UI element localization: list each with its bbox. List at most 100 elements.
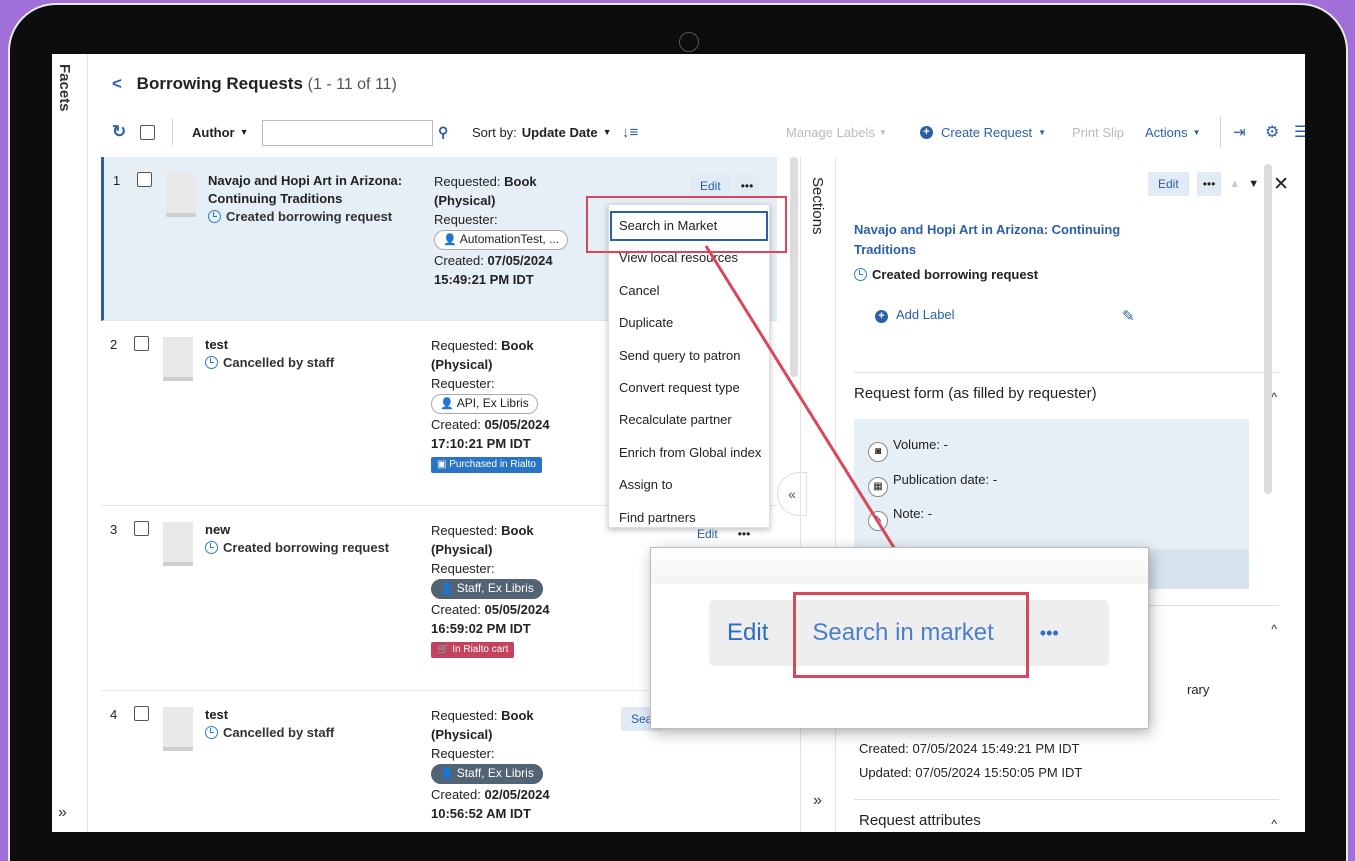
divider (854, 372, 1279, 373)
detail-edit-button[interactable]: Edit (1148, 172, 1189, 196)
edit-button[interactable]: Edit (690, 174, 731, 198)
request-info: Requested: Book (Physical) Requester: 👤 S… (431, 708, 550, 821)
request-title[interactable]: test Cancelled by staff (205, 706, 405, 742)
row-number: 3 (110, 522, 118, 537)
menu-item-recalculate-partner[interactable]: Recalculate partner (609, 404, 769, 436)
cover-thumbnail (163, 707, 193, 751)
menu-item-find-partners[interactable]: Find partners (609, 502, 769, 534)
row-actions: Edit ••• (690, 174, 760, 198)
menu-item-duplicate[interactable]: Duplicate (609, 307, 769, 339)
menu-item-send-query-to-patron[interactable]: Send query to patron (609, 340, 769, 372)
field-volume: ◙ Volume: - (868, 437, 948, 462)
store-icon: ▣ (437, 459, 450, 470)
back-icon[interactable]: < (112, 74, 122, 93)
request-status: Cancelled by staff (205, 724, 405, 742)
create-request-button[interactable]: + Create Request ▼ (920, 119, 1046, 145)
row-checkbox[interactable] (134, 706, 149, 721)
manage-labels-button[interactable]: Manage Labels ▼ (786, 119, 887, 145)
detail-scrollbar[interactable] (1264, 164, 1272, 494)
add-label-button[interactable]: + Add Label (875, 307, 955, 323)
pencil-icon[interactable]: ✎ (1122, 307, 1135, 325)
collapse-caret-icon[interactable]: ^ (1271, 817, 1277, 831)
request-title[interactable]: new Created borrowing request (205, 521, 405, 557)
page-header: < Borrowing Requests (1 - 11 of 11) (112, 74, 397, 94)
request-title[interactable]: test Cancelled by staff (205, 336, 405, 372)
facets-label[interactable]: Facets (56, 64, 73, 112)
collapse-caret-icon[interactable]: ^ (1271, 390, 1277, 404)
clock-icon (854, 268, 867, 281)
expand-sections-icon[interactable]: » (813, 792, 822, 810)
request-info: Requested: Book (Physical) Requester: 👤 A… (431, 336, 591, 473)
previous-icon[interactable]: ▲ (1229, 178, 1240, 190)
camera-icon (679, 32, 699, 52)
note-icon: ✎ (868, 511, 888, 531)
print-slip-button[interactable]: Print Slip (1072, 119, 1124, 145)
select-all-checkbox[interactable] (140, 119, 155, 145)
expand-facets-icon[interactable]: » (58, 804, 67, 822)
updated-timestamp: Updated: 07/05/2024 15:50:05 PM IDT (859, 765, 1083, 780)
requester-chip[interactable]: 👤 AutomationTest, ... (434, 230, 569, 250)
created-timestamp: Created: 07/05/2024 15:49:21 PM IDT (859, 741, 1080, 756)
refresh-icon[interactable]: ↻ (112, 119, 126, 145)
requester-chip[interactable]: 👤 Staff, Ex Libris (431, 764, 543, 784)
sections-label[interactable]: Sections (809, 177, 826, 235)
person-icon: 👤 (440, 398, 454, 410)
menu-item-enrich-from-global-index[interactable]: Enrich from Global index (609, 437, 769, 469)
filter-field-dropdown[interactable]: Author ▼ (192, 119, 262, 145)
divider (1220, 117, 1221, 147)
result-count: (1 - 11 of 11) (307, 76, 397, 93)
actions-button[interactable]: Actions ▼ (1145, 119, 1201, 145)
detail-status: Created borrowing request (854, 267, 1038, 282)
request-info: Requested: Book (Physical) Requester: 👤 A… (434, 172, 594, 289)
request-attributes-header[interactable]: Request attributes (859, 812, 981, 829)
list-scrollbar[interactable] (790, 157, 798, 377)
row-checkbox[interactable] (134, 521, 149, 536)
row-number: 4 (110, 707, 118, 722)
partial-text: rary (1187, 682, 1210, 697)
collapse-caret-icon[interactable]: ^ (1271, 622, 1277, 636)
search-icon[interactable]: ⚲ (438, 119, 448, 145)
clock-icon (205, 726, 218, 739)
request-title[interactable]: Navajo and Hopi Art in Arizona: Continui… (208, 172, 408, 226)
calendar-icon: ▦ (868, 477, 888, 497)
person-icon: 👤 (440, 768, 454, 780)
plus-icon: + (875, 310, 888, 323)
sort-dropdown[interactable]: Sort by: Update Date ▼ (472, 119, 612, 145)
menu-item-convert-request-type[interactable]: Convert request type (609, 372, 769, 404)
clock-icon (205, 541, 218, 554)
callout-header (651, 548, 1148, 584)
row-checkbox[interactable] (134, 336, 149, 351)
sort-direction-icon[interactable]: ↓≡ (622, 119, 638, 145)
menu-item-assign-to[interactable]: Assign to (609, 469, 769, 501)
person-icon: 👤 (443, 234, 457, 246)
row-number: 2 (110, 337, 118, 352)
facets-panel[interactable]: Facets » (52, 54, 88, 832)
export-icon[interactable]: ⇥ (1233, 119, 1246, 145)
field-note: ✎ Note: - (868, 506, 932, 531)
detail-title[interactable]: Navajo and Hopi Art in Arizona: Continui… (854, 220, 1124, 260)
plus-icon: + (920, 125, 933, 139)
row-checkbox[interactable] (137, 172, 152, 187)
request-status: Cancelled by staff (205, 354, 405, 372)
request-form-header[interactable]: Request form (as filled by requester) (854, 385, 1097, 402)
detail-more-button[interactable]: ••• (1196, 172, 1222, 196)
highlight-box (586, 196, 787, 253)
list-view-icon[interactable]: ☰ (1294, 119, 1305, 145)
volume-icon: ◙ (868, 442, 888, 462)
page-title: Borrowing Requests (136, 74, 303, 93)
close-icon[interactable]: ✕ (1273, 173, 1289, 196)
request-status: Created borrowing request (205, 539, 405, 557)
divider (172, 119, 173, 145)
menu-item-cancel[interactable]: Cancel (609, 275, 769, 307)
request-status: Created borrowing request (208, 208, 408, 226)
requester-chip[interactable]: 👤 Staff, Ex Libris (431, 579, 543, 599)
rialto-status-badge: ▣ Purchased in Rialto (431, 457, 542, 473)
zoomed-edit-button[interactable]: Edit (709, 619, 786, 647)
requester-chip[interactable]: 👤 API, Ex Libris (431, 394, 538, 414)
field-publication-date: ▦ Publication date: - (868, 472, 997, 497)
settings-icon[interactable]: ⚙ (1265, 119, 1279, 145)
next-icon[interactable]: ▼ (1248, 178, 1259, 190)
more-actions-button[interactable]: ••• (734, 174, 760, 198)
search-input[interactable] (263, 120, 433, 146)
toolbar: ↻ Author ▼ ⚲ Sort by: Update Date ▼ ↓≡ Mana… (110, 117, 1305, 147)
